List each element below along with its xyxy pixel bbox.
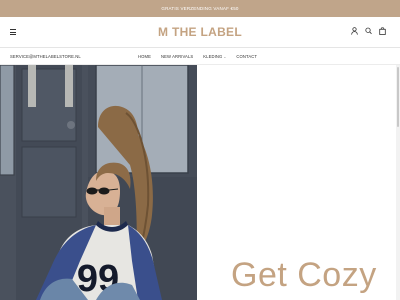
site-header: M THE LABEL	[0, 17, 400, 48]
announcement-text: GRATIS VERZENDING VANAF €50	[161, 6, 239, 11]
main-nav: HOME NEW ARRIVALS KLEDING ⌄ CONTACT	[138, 54, 257, 59]
chevron-down-icon: ⌄	[223, 54, 227, 59]
nav-bar: SERVICE@MTHELABELSTORE.NL HOME NEW ARRIV…	[0, 48, 400, 65]
nav-new-arrivals[interactable]: NEW ARRIVALS	[161, 54, 193, 59]
scrollbar-thumb[interactable]	[397, 67, 399, 127]
site-logo[interactable]: M THE LABEL	[0, 25, 400, 39]
contact-email-link[interactable]: SERVICE@MTHELABELSTORE.NL	[10, 54, 81, 59]
nav-kleding[interactable]: KLEDING ⌄	[203, 54, 226, 59]
hero-photo: 99	[0, 65, 197, 300]
nav-home[interactable]: HOME	[138, 54, 151, 59]
promo-title: Get Cozy	[231, 256, 377, 294]
hero-banner[interactable]: 99 Get Cozy	[0, 65, 400, 300]
search-icon[interactable]	[365, 27, 372, 35]
nav-new-arrivals-label: NEW ARRIVALS	[160, 54, 194, 59]
account-icon[interactable]	[351, 27, 358, 35]
bag-icon[interactable]	[379, 27, 386, 35]
nav-contact[interactable]: CONTACT	[236, 54, 257, 59]
nav-kleding-label: KLEDING	[203, 54, 223, 59]
nav-contact-label: CONTACT	[236, 54, 258, 59]
nav-home-label: HOME	[138, 54, 151, 59]
promo-panel: Get Cozy	[197, 65, 400, 300]
announcement-bar: GRATIS VERZENDING VANAF €50	[0, 0, 400, 17]
header-actions	[351, 27, 386, 35]
page-scrollbar[interactable]	[396, 65, 400, 300]
